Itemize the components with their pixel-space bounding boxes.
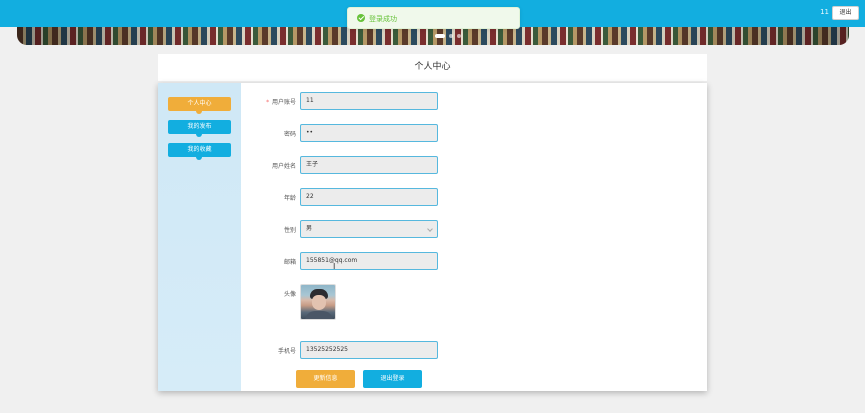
gender-select[interactable]: 男 [300,220,438,238]
avatar-upload[interactable] [300,284,336,320]
email-label: 邮箱 [283,259,296,266]
age-input[interactable]: 22 [300,188,438,206]
carousel-dot-2[interactable] [449,34,453,38]
success-toast: 登录成功 [347,7,520,29]
username-label-text: 用户账号 [271,99,296,106]
avatar-body [305,311,333,319]
update-info-button[interactable]: 更新信息 [296,370,355,388]
age-label: 年龄 [283,195,296,202]
gender-label: 性别 [283,227,296,234]
sidebar-item-my-posts[interactable]: 我的发布 [168,120,231,137]
sidebar: 个人中心 我的发布 我的收藏 [158,83,241,391]
realname-label: 用户姓名 [271,163,296,170]
sidebar-item-my-favorites[interactable]: 我的收藏 [168,143,231,160]
gender-selected-value: 男 [306,225,313,232]
header-logout-button[interactable]: 退出 [832,6,859,20]
profile-card: 个人中心 我的发布 我的收藏 * 用户账号 11 密码 •• 用户姓名 王子 年… [158,83,707,391]
banner-shade [17,27,849,45]
avatar-face [312,295,326,310]
carousel-indicators [435,34,461,38]
header-user-name: 11 [820,8,829,16]
phone-label: 手机号 [277,348,296,355]
password-input[interactable]: •• [300,124,438,142]
password-label: 密码 [283,131,296,138]
text-cursor-icon: I [333,262,336,271]
check-circle-icon [357,14,365,22]
avatar-label: 头像 [283,291,296,298]
logout-button[interactable]: 退出登录 [363,370,422,388]
page-title: 个人中心 [158,54,707,81]
required-mark: * [266,99,270,106]
username-input[interactable]: 11 [300,92,438,110]
banner-carousel [17,27,849,45]
carousel-dot-1[interactable] [435,34,445,38]
phone-input[interactable]: 13525252525 [300,341,438,359]
email-input[interactable]: 155851@qq.com [300,252,438,270]
realname-input[interactable]: 王子 [300,156,438,174]
username-label: * 用户账号 [266,97,296,106]
sidebar-item-profile[interactable]: 个人中心 [168,97,231,114]
carousel-dot-3[interactable] [457,34,461,38]
toast-message: 登录成功 [369,15,397,23]
chevron-down-icon [427,226,433,232]
